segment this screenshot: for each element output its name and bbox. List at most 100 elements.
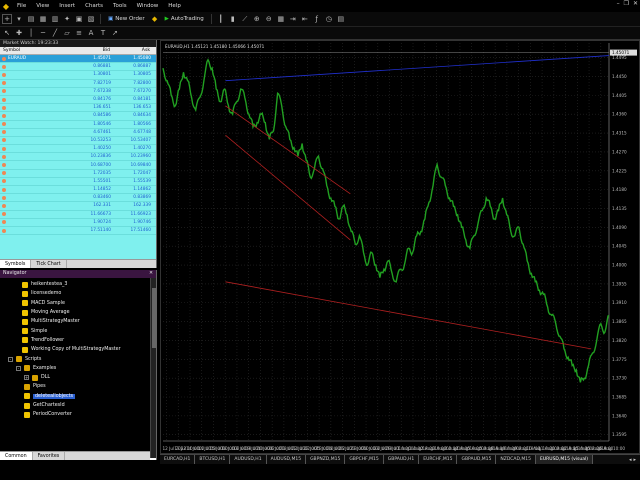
navigator-item[interactable]: MACD Sample: [0, 299, 150, 308]
tab-favorites[interactable]: Favorites: [33, 452, 66, 460]
market-watch-row[interactable]: 0.84176 0.84181: [0, 96, 156, 105]
market-watch-row[interactable]: 17.51140 17.51460: [0, 227, 156, 236]
autoscroll-icon[interactable]: ⇥: [288, 14, 298, 24]
menu-item[interactable]: Help: [163, 3, 186, 9]
line-chart-icon[interactable]: ⟋: [240, 14, 250, 24]
minimize-icon[interactable]: –: [617, 0, 620, 7]
navigator-scrollbar[interactable]: [150, 278, 156, 458]
restore-icon[interactable]: ❐: [624, 0, 629, 7]
navigator-item[interactable]: - Scripts: [0, 354, 150, 363]
periods-icon[interactable]: ◷: [324, 14, 334, 24]
scroll-left-icon[interactable]: ◂: [629, 457, 632, 463]
chart-tab[interactable]: BTCUSD,H1: [195, 455, 231, 464]
navigator-item[interactable]: Simple: [0, 326, 150, 335]
market-watch-row[interactable]: 0.83460 0.83869: [0, 194, 156, 203]
chart-tab[interactable]: NZDCAD,M15: [496, 455, 537, 464]
market-watch-row[interactable]: 7.67238 7.67270: [0, 88, 156, 96]
chart-tab[interactable]: EURUSD,M15 (visual): [536, 455, 593, 464]
menu-item[interactable]: Charts: [80, 3, 108, 9]
chart-tab[interactable]: GBPAUD,H1: [384, 455, 420, 464]
metaeditor-icon[interactable]: ◆: [150, 14, 160, 24]
market-watch-row[interactable]: 10.68700 10.69840: [0, 161, 156, 170]
indicators-icon[interactable]: ƒ: [312, 14, 322, 24]
navigator-icon[interactable]: ✦: [62, 14, 72, 24]
chart-tab[interactable]: AUDUSD,M15: [267, 455, 307, 464]
crosshair-icon[interactable]: ✚: [14, 28, 24, 38]
channel-icon[interactable]: ▱: [62, 28, 72, 38]
navigator-item[interactable]: Working Copy of MultiStrategyMaster: [0, 345, 150, 354]
chart-tab[interactable]: EURCAD,H1: [160, 455, 196, 464]
market-watch-row[interactable]: 4.67461 4.67748: [0, 129, 156, 137]
market-watch-row[interactable]: EURAUD 1.45071 1.45080: [0, 55, 156, 64]
column-header-symbol[interactable]: Symbol: [0, 47, 68, 54]
profiles-icon[interactable]: ▤: [26, 14, 36, 24]
market-watch-row[interactable]: 1.80546 1.80566: [0, 121, 156, 129]
text-tool-icon[interactable]: A: [86, 28, 96, 38]
navigator-item[interactable]: TrendFollower: [0, 336, 150, 345]
market-watch-row[interactable]: 0.86881 0.86887: [0, 63, 156, 72]
market-watch-row[interactable]: 162.331 162.339: [0, 202, 156, 211]
navigator-item[interactable]: heikentestea_3: [0, 280, 150, 289]
expand-toggle-icon[interactable]: -: [8, 356, 13, 362]
chart-shift-icon[interactable]: ⇤: [300, 14, 310, 24]
scrollbar-thumb[interactable]: [152, 288, 156, 348]
close-icon[interactable]: ✕: [633, 0, 638, 7]
zoom-out-icon[interactable]: ⊖: [264, 14, 274, 24]
dropdown-icon[interactable]: ▾: [14, 14, 24, 24]
navigator-item[interactable]: Moving Average: [0, 308, 150, 317]
scroll-right-icon[interactable]: ▸: [633, 457, 636, 463]
navigator-item[interactable]: licensedemo: [0, 289, 150, 298]
candlestick-icon[interactable]: ▮: [228, 14, 238, 24]
column-header-bid[interactable]: Bid: [68, 47, 113, 54]
new-order-button[interactable]: ▣ New Order: [105, 16, 148, 22]
tile-icon[interactable]: ▦: [276, 14, 286, 24]
trendline-icon[interactable]: ╱: [50, 28, 60, 38]
market-watch-row[interactable]: 1.90724 1.90746: [0, 219, 156, 227]
menu-item[interactable]: Insert: [54, 3, 80, 9]
market-watch-row[interactable]: 1.72035 1.72047: [0, 170, 156, 178]
market-watch-row[interactable]: 0.84586 0.84634: [0, 112, 156, 121]
expand-toggle-icon[interactable]: -: [16, 365, 21, 371]
navigator-item[interactable]: PeriodConverter: [0, 410, 150, 419]
market-watch-icon[interactable]: ▦: [38, 14, 48, 24]
templates-icon[interactable]: ▤: [336, 14, 346, 24]
price-chart[interactable]: 12 Jul 202213 Jul 10:0014 Jul 02:0014 Ju…: [161, 41, 639, 453]
zoom-in-icon[interactable]: ⊕: [252, 14, 262, 24]
terminal-icon[interactable]: ▣: [74, 14, 84, 24]
close-icon[interactable]: ✕: [149, 270, 153, 278]
tab-common[interactable]: Common: [0, 452, 33, 460]
navigator-item[interactable]: + DLL: [0, 373, 150, 382]
tab-tick-chart[interactable]: Tick Chart: [31, 260, 67, 268]
menu-item[interactable]: View: [31, 3, 54, 9]
vertical-line-icon[interactable]: │: [26, 28, 36, 38]
navigator-item[interactable]: - Examples: [0, 364, 150, 373]
market-watch-row[interactable]: 10.23836 10.23960: [0, 153, 156, 162]
tester-icon[interactable]: ▧: [86, 14, 96, 24]
chart-window[interactable]: 12 Jul 2022 13 Jul 10:00 14 Jul 02:00 14 Ju…: [160, 40, 640, 454]
cursor-icon[interactable]: ↖: [2, 28, 12, 38]
menu-item[interactable]: Window: [132, 3, 164, 9]
navigator-item[interactable]: GetChartesId: [0, 401, 150, 410]
new-chart-icon[interactable]: +: [2, 14, 12, 24]
market-watch-row[interactable]: 11.66673 11.66923: [0, 211, 156, 219]
label-tool-icon[interactable]: T: [98, 28, 108, 38]
tab-symbols[interactable]: Symbols: [0, 260, 32, 268]
market-watch-row[interactable]: 7.82719 7.82800: [0, 80, 156, 88]
market-watch-row[interactable]: 1.40250 1.40270: [0, 145, 156, 154]
chart-tab[interactable]: GBPCHF,M15: [345, 455, 384, 464]
horizontal-line-icon[interactable]: ─: [38, 28, 48, 38]
menu-item[interactable]: Tools: [108, 3, 132, 9]
data-window-icon[interactable]: ▥: [50, 14, 60, 24]
chart-tab[interactable]: EURCHF,M15: [419, 455, 458, 464]
market-watch-row[interactable]: 1.30801 1.30805: [0, 71, 156, 80]
navigator-item[interactable]: deleteallobjects: [0, 392, 150, 401]
menu-item[interactable]: File: [12, 3, 31, 9]
arrow-tool-icon[interactable]: ➚: [110, 28, 120, 38]
market-watch-row[interactable]: 1.14852 1.14862: [0, 186, 156, 195]
market-watch-row[interactable]: 1.55501 1.55539: [0, 178, 156, 186]
chart-tab[interactable]: AUDUSD,H1: [230, 455, 267, 464]
market-watch-row[interactable]: 10.53253 10.53407: [0, 137, 156, 146]
column-header-ask[interactable]: Ask: [113, 47, 153, 54]
chart-tab[interactable]: GBPNZD,M15: [306, 455, 346, 464]
bar-chart-icon[interactable]: ┃: [216, 14, 226, 24]
